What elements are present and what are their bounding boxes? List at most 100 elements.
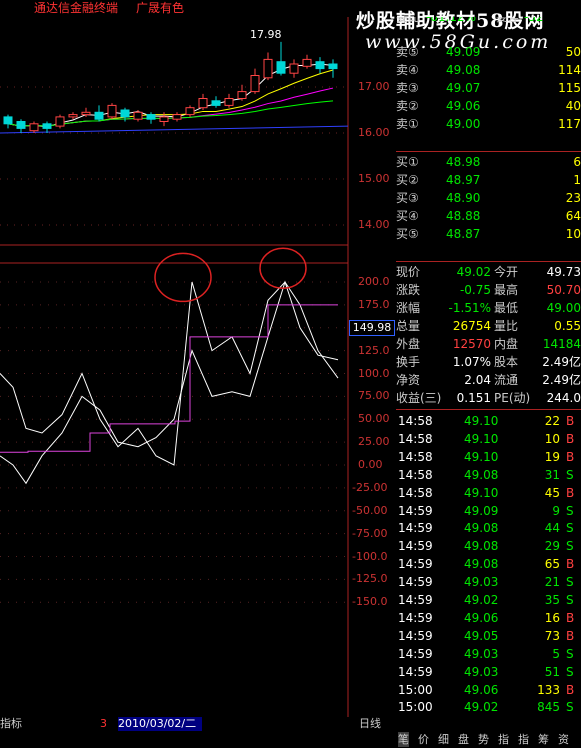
tick-row: 15:00 49.06 133 B [396, 681, 581, 699]
stat-value: 244.0 [546, 391, 581, 405]
ask-label: 卖④ [396, 63, 419, 77]
ask-price: 49.09 [446, 45, 481, 59]
candle-body [55, 116, 65, 127]
tick-direction: S [566, 646, 574, 661]
tick-price: 49.08 [464, 521, 499, 536]
panel-tab[interactable]: 资 [558, 732, 569, 747]
tick-direction: S [566, 575, 574, 590]
tick-row: 14:59 49.03 21 S [396, 573, 581, 591]
annotation-circle [154, 252, 212, 303]
stat-label: 收益(三) [396, 391, 442, 405]
tick-direction: S [566, 664, 574, 679]
indicator-name[interactable]: 指标 [0, 717, 22, 731]
stat-value: -0.75 [459, 283, 491, 297]
tick-volume: 845 [537, 700, 560, 715]
candle-body [146, 114, 156, 120]
indicator-tick-label: 75.00 [358, 389, 390, 403]
bid-label: 买① [396, 155, 419, 169]
candle-body [68, 114, 78, 118]
label: 委比 [396, 17, 421, 24]
stat-value: 49.73 [546, 265, 581, 279]
panel-tab[interactable]: 盘 [458, 732, 469, 747]
stat-label: 量比 [494, 319, 519, 333]
ask-label: 卖⑤ [396, 45, 419, 59]
bid-price: 48.88 [446, 209, 481, 223]
stat-label: 内盘 [494, 337, 519, 351]
tick-direction: B [566, 485, 575, 500]
stat-value: 2.49亿 [542, 355, 581, 369]
tick-time: 14:58 [398, 467, 433, 482]
panel-tab[interactable]: 笔 [398, 732, 409, 747]
stat-label: 流通 [494, 373, 519, 387]
tick-row: 14:58 49.10 10 B [396, 430, 581, 448]
indicator-tick-label: 0.00 [358, 458, 383, 471]
bid-volume: 1 [573, 173, 581, 187]
stat-value: 1.07% [452, 355, 491, 369]
stat-value: 49.00 [546, 301, 581, 315]
stat-value: 14184 [542, 337, 581, 351]
tick-direction: B [566, 628, 575, 643]
candle-body [29, 123, 39, 132]
app-title: 通达信金融终端 [34, 1, 119, 15]
tick-row: 14:59 49.09 9 S [396, 502, 581, 520]
tick-time: 14:59 [398, 503, 433, 518]
value: -32 [524, 17, 544, 24]
tick-price: 49.06 [464, 610, 499, 625]
candle-body [16, 121, 26, 129]
bid-row: 买① 48.98 6 [396, 153, 581, 171]
tick-price: 49.06 [464, 682, 499, 697]
bid-row: 买④ 48.88 64 [396, 207, 581, 225]
stat-row: 现价 49.02 今开 49.73 [396, 263, 581, 281]
ask-volume: 40 [565, 99, 581, 113]
price-tick-label: 15.00 [358, 172, 390, 185]
panel-tab[interactable]: 指 [518, 732, 529, 747]
tick-time: 14:59 [398, 664, 433, 679]
panel-tab[interactable]: 指 [498, 732, 509, 747]
tick-time: 14:59 [398, 628, 433, 643]
tick-volume: 44 [544, 521, 560, 536]
tick-volume: 73 [544, 628, 560, 643]
bid-price: 48.90 [446, 191, 481, 205]
panel-tab[interactable]: 细 [438, 732, 449, 747]
indicator-tick-label: -25.00 [352, 480, 388, 494]
tick-time: 14:59 [398, 539, 433, 554]
candle-body [3, 116, 13, 125]
panel-tab[interactable]: 势 [478, 732, 489, 747]
bid-price: 48.98 [446, 155, 481, 169]
tick-price: 49.02 [464, 700, 499, 715]
label: 委差 [496, 17, 521, 24]
tick-volume: 65 [544, 557, 560, 572]
tick-time: 14:58 [398, 485, 433, 500]
tick-direction: S [566, 521, 574, 536]
candle-body [302, 58, 312, 67]
ask-volume: 115 [558, 81, 581, 95]
tick-time: 14:59 [398, 646, 433, 661]
tick-time: 14:59 [398, 557, 433, 572]
index-number: 3 [100, 717, 107, 730]
tick-row: 14:58 49.10 45 B [396, 484, 581, 502]
value: -81.12% [426, 17, 477, 24]
high-price-label: 17.98 [250, 28, 282, 41]
candle-body [133, 111, 143, 120]
bid-label: 买⑤ [396, 227, 419, 241]
bid-volume: 10 [565, 227, 581, 241]
stat-row: 总量 26754 量比 0.55 [396, 317, 581, 335]
indicator-tick-label: -100.0 [352, 549, 388, 563]
tick-price: 49.10 [464, 431, 499, 446]
tick-price: 49.10 [464, 449, 499, 464]
bid-label: 买② [396, 173, 419, 187]
panel-tab[interactable]: 价 [418, 732, 429, 747]
tick-volume: 22 [544, 414, 560, 428]
panel-tab[interactable]: 筹 [538, 732, 549, 747]
candle-body [42, 123, 52, 129]
tick-direction: B [566, 431, 575, 446]
bid-volume: 64 [565, 209, 581, 223]
period-label[interactable]: 日线 [359, 717, 381, 731]
stat-value: 49.02 [456, 265, 491, 279]
tick-direction: B [566, 610, 575, 625]
indicator-tick-label: -150.0 [352, 595, 388, 609]
ask-volume: 50 [565, 45, 581, 59]
stock-name[interactable]: 广晟有色 [136, 0, 184, 17]
tick-row: 14:58 49.10 22 B [396, 412, 581, 430]
ask-row: 卖④ 49.08 114 [396, 61, 581, 79]
